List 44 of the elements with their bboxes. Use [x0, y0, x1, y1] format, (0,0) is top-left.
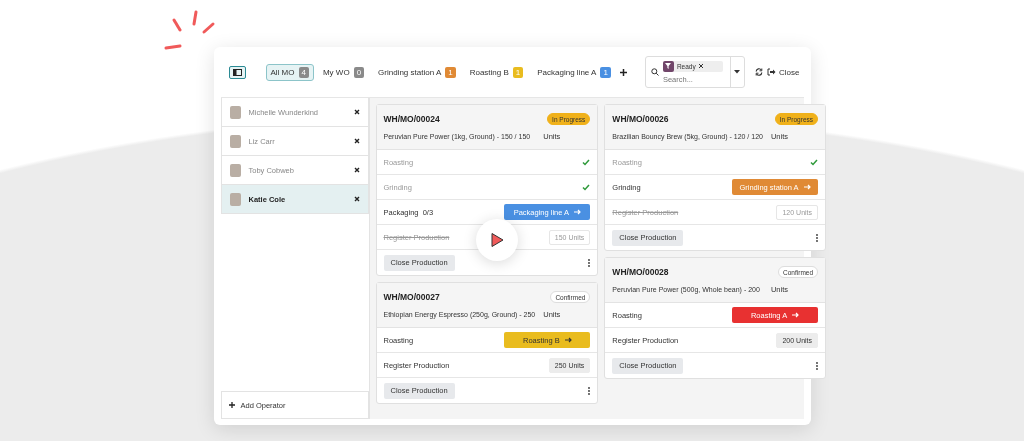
- close-button[interactable]: Close: [766, 67, 800, 77]
- order-reference: WH/MO/00027: [383, 292, 440, 302]
- count-badge: 4: [298, 66, 309, 78]
- avatar-icon: [229, 192, 241, 206]
- sidebar-toggle-icon[interactable]: [228, 65, 246, 79]
- close-icon[interactable]: [353, 196, 360, 202]
- search-icon: [650, 68, 659, 76]
- more-icon[interactable]: [588, 258, 591, 267]
- avatar-icon: [229, 134, 241, 148]
- filter-tab[interactable]: Grinding station A 1: [373, 63, 461, 81]
- filter-icon: [665, 63, 672, 69]
- count-badge: 0: [353, 66, 365, 78]
- filter-tab[interactable]: Packaging line A 1: [532, 63, 616, 81]
- filter-tab[interactable]: My WO 0: [317, 63, 370, 81]
- filter-tab[interactable]: Roasting B 1: [464, 63, 529, 81]
- check-icon: [810, 158, 819, 166]
- order-reference: WH/MO/00024: [383, 114, 440, 124]
- arrow-icon: [792, 312, 800, 318]
- count-badge: 1: [445, 66, 456, 78]
- arrow-icon: [564, 337, 572, 343]
- play-icon: [488, 232, 505, 248]
- check-icon: [582, 158, 591, 166]
- add-icon: [228, 402, 235, 408]
- count-badge: 1: [600, 66, 611, 78]
- avatar-icon: [229, 163, 241, 177]
- exit-icon: [766, 68, 776, 76]
- close-icon[interactable]: [353, 167, 360, 173]
- close-icon[interactable]: [353, 109, 360, 115]
- filter-tab[interactable]: All MO 4: [265, 63, 314, 81]
- caret-icon[interactable]: [734, 70, 741, 74]
- refresh-icon[interactable]: [754, 68, 763, 76]
- more-icon[interactable]: [816, 361, 819, 370]
- count-badge: 1: [512, 66, 524, 78]
- order-reference: WH/MO/00026: [612, 114, 669, 124]
- more-icon[interactable]: [816, 233, 819, 242]
- check-icon: [582, 183, 591, 191]
- arrow-icon: [574, 209, 582, 215]
- add-icon[interactable]: [619, 68, 627, 76]
- avatar-icon: [229, 105, 241, 119]
- order-reference: WH/MO/00028: [612, 267, 669, 277]
- arrow-icon: [803, 184, 811, 190]
- remove-icon[interactable]: [698, 64, 703, 68]
- more-icon[interactable]: [588, 386, 591, 395]
- close-icon[interactable]: [353, 138, 360, 144]
